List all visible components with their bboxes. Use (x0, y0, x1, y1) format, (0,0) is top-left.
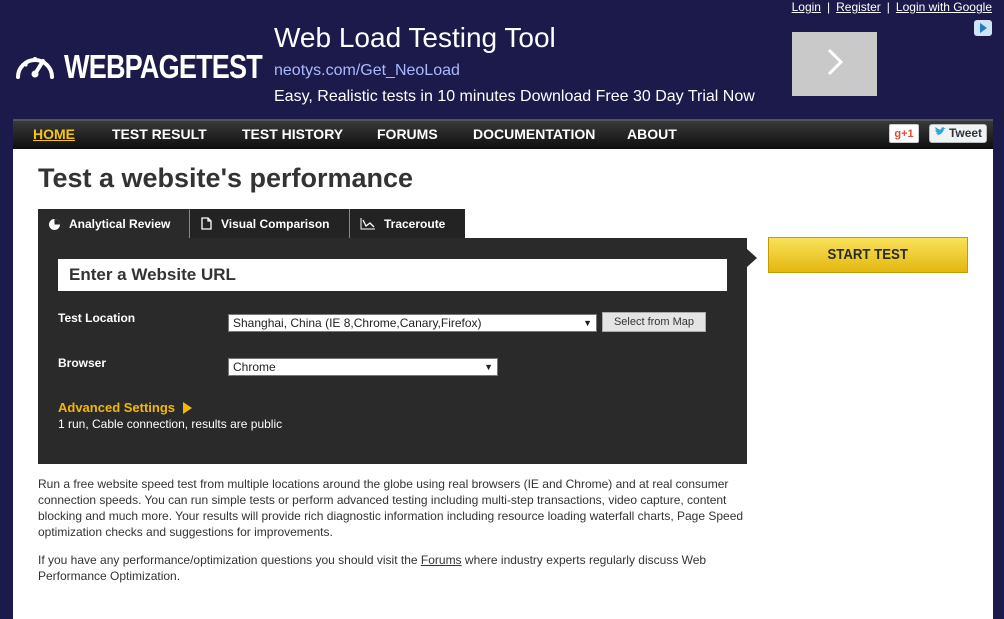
nav-test-result[interactable]: TEST RESULT (112, 126, 207, 142)
nav-test-history[interactable]: TEST HISTORY (242, 126, 343, 142)
tab-analytical-review[interactable]: Analytical Review (38, 209, 190, 238)
site-logo[interactable]: WEBPAGETEST (14, 47, 305, 86)
ad-choices-icon[interactable] (974, 20, 992, 36)
pie-chart-icon (48, 218, 61, 231)
google-plus-button[interactable]: g+1 (889, 124, 919, 143)
test-type-tabs: Analytical Review Visual Comparison Trac… (38, 209, 465, 238)
forums-link[interactable]: Forums (421, 553, 462, 567)
browser-label: Browser (58, 356, 107, 370)
test-location-label: Test Location (58, 311, 136, 325)
test-location-select[interactable]: Shanghai, China (IE 8,Chrome,Canary,Fire… (228, 314, 597, 332)
main-nav: HOME TEST RESULT TEST HISTORY FORUMS DOC… (13, 119, 993, 149)
speedometer-icon (14, 47, 56, 86)
tweet-button[interactable]: Tweet (929, 124, 987, 143)
test-settings-panel: Test Location Shanghai, China (IE 8,Chro… (38, 238, 747, 464)
page-title: Test a website's performance (38, 163, 414, 193)
forums-paragraph: If you have any performance/optimization… (38, 553, 707, 583)
ad-arrow-button[interactable] (792, 32, 877, 96)
nav-home[interactable]: HOME (33, 126, 75, 142)
tab-visual-comparison[interactable]: Visual Comparison (190, 209, 350, 238)
website-url-input[interactable] (58, 259, 727, 291)
auth-links: Login | Register | Login with Google (791, 0, 992, 14)
advanced-settings-toggle[interactable]: Advanced Settings (58, 400, 193, 415)
login-with-google-link[interactable]: Login with Google (896, 0, 992, 14)
ad-description[interactable]: Easy, Realistic tests in 10 minutes Down… (274, 88, 755, 106)
expand-triangle-icon (183, 401, 193, 414)
nav-documentation[interactable]: DOCUMENTATION (473, 126, 595, 142)
dropdown-arrow-icon: ▼ (484, 362, 493, 372)
start-test-button[interactable]: START TEST (768, 237, 968, 273)
logo-text: WEBPAGETEST (64, 48, 263, 85)
route-icon (360, 217, 376, 230)
nav-about[interactable]: ABOUT (627, 126, 677, 142)
ad-url[interactable]: neotys.com/Get_NeoLoad (274, 62, 460, 80)
advanced-settings-summary: 1 run, Cable connection, results are pub… (58, 417, 283, 431)
select-from-map-button[interactable]: Select from Map (602, 312, 706, 332)
intro-paragraph: Run a free website speed test from multi… (38, 477, 744, 539)
tab-traceroute[interactable]: Traceroute (350, 209, 465, 238)
nav-forums[interactable]: FORUMS (377, 126, 438, 142)
ad-title[interactable]: Web Load Testing Tool (274, 22, 556, 54)
document-icon (200, 217, 213, 230)
browser-select[interactable]: Chrome ▼ (228, 358, 498, 376)
twitter-bird-icon (934, 125, 946, 142)
login-link[interactable]: Login (792, 0, 821, 14)
chevron-right-icon (824, 47, 846, 82)
dropdown-arrow-icon: ▼ (583, 318, 592, 328)
main-content: Test a website's performance Analytical … (13, 149, 993, 619)
panel-pointer-arrow (747, 249, 757, 267)
register-link[interactable]: Register (836, 0, 881, 14)
